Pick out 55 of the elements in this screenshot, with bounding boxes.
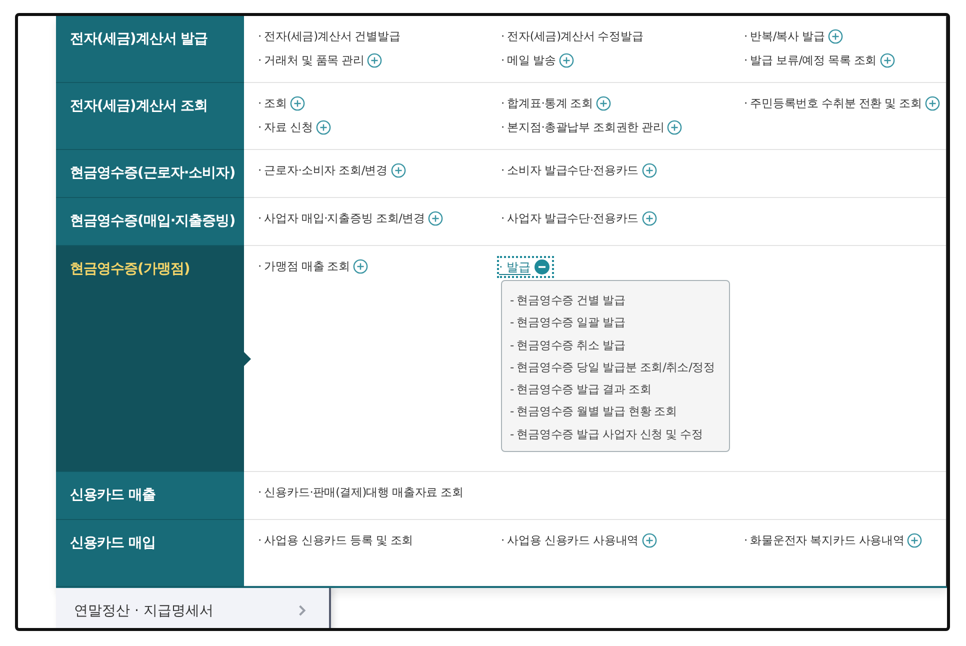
menu-link[interactable]: · 소비자 발급수단·전용카드 [501, 160, 639, 180]
menu-link[interactable]: · 근로자·소비자 조회/변경 [258, 160, 388, 180]
menu-link[interactable]: · 메일 발송 [501, 50, 556, 70]
plus-circle-icon[interactable] [353, 258, 368, 274]
menu-link[interactable]: · 조회 [258, 93, 287, 113]
menu-link[interactable]: · 전자(세금)계산서 수정발급 [501, 26, 644, 46]
menu-link[interactable]: · 사업자 발급수단·전용카드 [501, 208, 639, 228]
expand-toggle[interactable]: · 발급 [497, 256, 554, 278]
menu-link[interactable]: · 신용카드·판매(결제)대행 매출자료 조회 [258, 482, 464, 502]
submenu-link[interactable]: - 현금영수증 발급 결과 조회 [510, 378, 721, 400]
plus-circle-icon[interactable] [558, 52, 574, 68]
menu-link[interactable]: · 합계표·통계 조회 [501, 93, 594, 113]
menu-link[interactable]: · 화물운전자 복지카드 사용내역 [744, 530, 904, 550]
plus-circle-icon[interactable] [880, 52, 895, 68]
plus-circle-icon[interactable] [642, 532, 657, 548]
menu-link[interactable]: · 본지점·총괄납부 조회권한 관리 [501, 117, 664, 137]
minus-circle-icon [534, 259, 550, 275]
pointer-notch [244, 352, 251, 366]
category-heading[interactable]: 현금영수증(매입·지출증빙) [56, 198, 244, 246]
submenu-link[interactable]: - 현금영수증 건별 발급 [510, 289, 721, 312]
submenu-link[interactable]: - 현금영수증 일괄 발급 [510, 311, 721, 334]
plus-circle-icon[interactable] [390, 162, 406, 178]
plus-circle-icon[interactable] [828, 28, 843, 44]
plus-circle-icon[interactable] [290, 96, 305, 110]
category-heading[interactable]: 전자(세금)계산서 발급 [56, 16, 244, 83]
menu-link[interactable]: · 사업자 매입·지출증빙 조회/변경 [258, 208, 425, 228]
category-heading[interactable]: 전자(세금)계산서 조회 [56, 83, 244, 150]
menu-link[interactable]: · 전자(세금)계산서 건별발급 [258, 26, 400, 46]
category-heading[interactable]: 신용카드 매출 [56, 472, 244, 520]
menu-link[interactable]: · 자료 신청 [258, 117, 313, 137]
category-heading[interactable]: 현금영수증(가맹점) [56, 246, 244, 472]
plus-circle-icon[interactable] [642, 210, 657, 226]
category-heading[interactable]: 신용카드 매입 [56, 520, 244, 588]
menu-link[interactable]: · 거래처 및 품목 관리 [258, 50, 364, 70]
submenu-link[interactable]: - 현금영수증 발급 사업자 신청 및 수정 [510, 422, 721, 446]
category-heading[interactable]: 현금영수증(근로자·소비자) [56, 150, 244, 198]
menu-link[interactable]: · 주민등록번호 수취분 전환 및 조회 [744, 93, 922, 113]
chevron-right-icon [298, 604, 307, 618]
submenu-link[interactable]: - 현금영수증 취소 발급 [510, 334, 721, 356]
plus-circle-icon[interactable] [667, 120, 682, 134]
plus-circle-icon[interactable] [924, 96, 940, 110]
plus-circle-icon[interactable] [367, 52, 382, 68]
menu-link[interactable]: · 반복/복사 발급 [744, 26, 825, 46]
menu-link[interactable]: · 사업용 신용카드 사용내역 [501, 530, 639, 550]
plus-circle-icon[interactable] [642, 162, 657, 178]
sidebar-item[interactable]: 연말정산 · 지급명세서 [56, 588, 329, 628]
plus-circle-icon[interactable] [428, 210, 443, 226]
submenu-link[interactable]: - 현금영수증 당일 발급분 조회/취소/정정 [510, 356, 721, 378]
plus-circle-icon[interactable] [907, 532, 922, 548]
menu-link[interactable]: · 가맹점 매출 조회 [258, 256, 350, 276]
menu-link[interactable]: · 사업용 신용카드 등록 및 조회 [258, 530, 414, 550]
submenu-link[interactable]: - 현금영수증 월별 발급 현황 조회 [510, 400, 721, 423]
plus-circle-icon[interactable] [596, 96, 612, 110]
plus-circle-icon[interactable] [316, 120, 331, 134]
menu-link[interactable]: · 발급 보류/예정 목록 조회 [744, 50, 877, 70]
